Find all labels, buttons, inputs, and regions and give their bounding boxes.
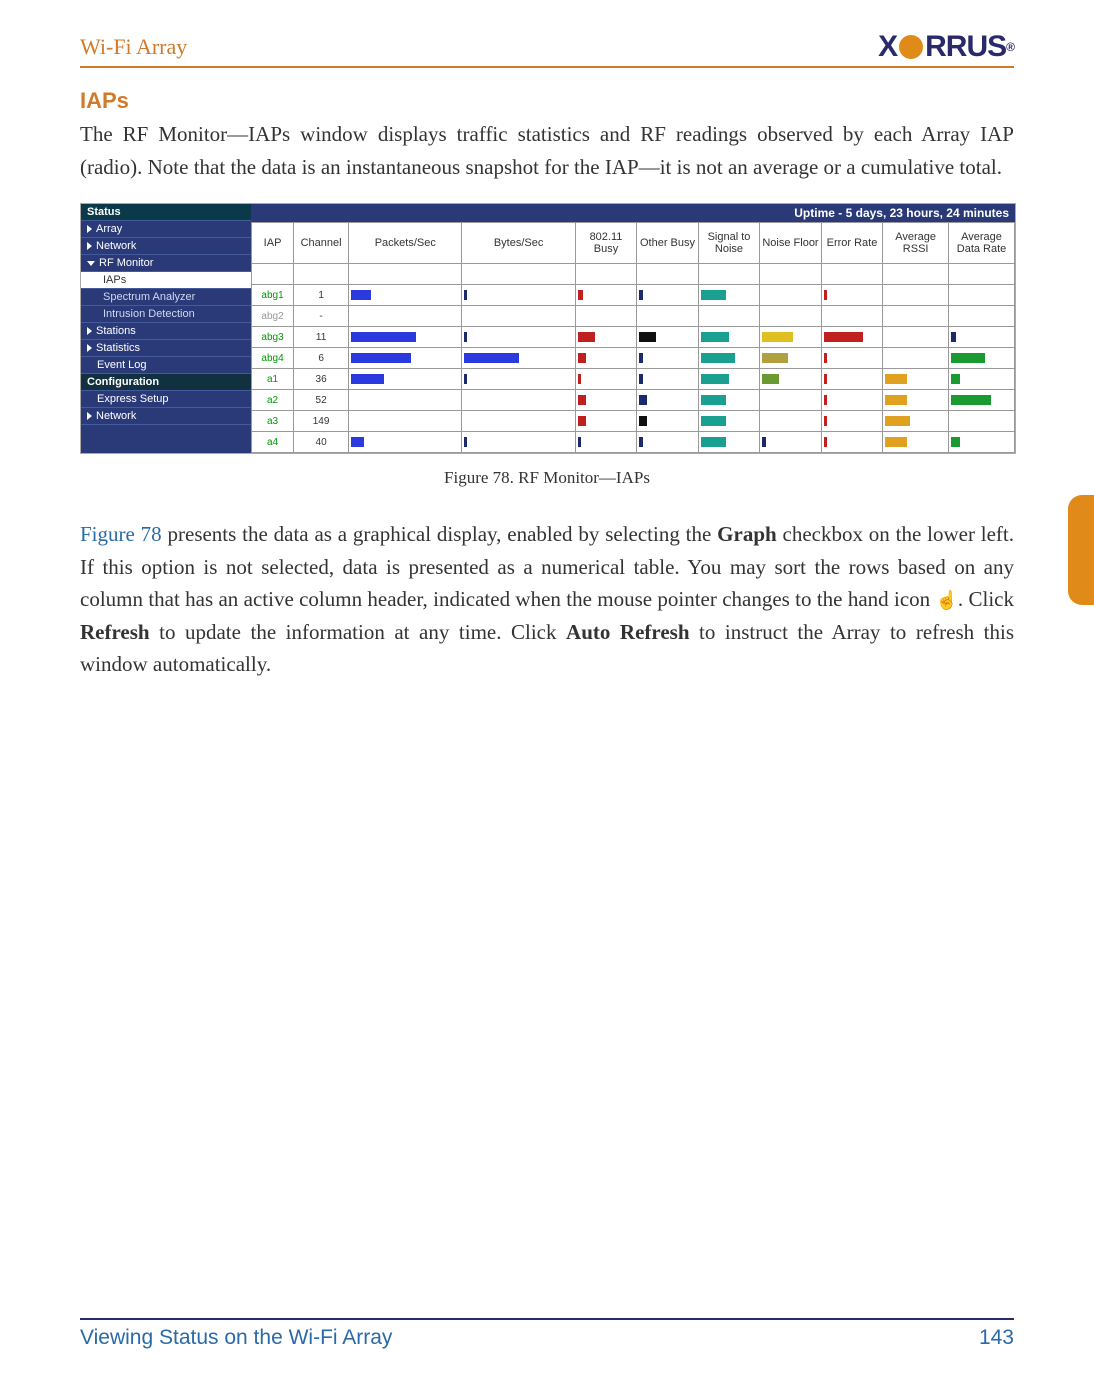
col-other-busy[interactable]: Other Busy [637, 223, 699, 264]
logo-text-left: X [878, 30, 897, 64]
sidebar-item-express[interactable]: Express Setup [81, 391, 251, 408]
iap-cell: abg3 [252, 327, 294, 348]
iap-cell: abg1 [252, 285, 294, 306]
channel-cell: - [294, 306, 349, 327]
channel-cell: 36 [294, 369, 349, 390]
channel-cell: 149 [294, 411, 349, 432]
scale-row: 0OK 0OK 0%100% 0%100% 030 -95-70 0%100% … [252, 264, 1015, 285]
figure-caption: Figure 78. RF Monitor—IAPs [80, 468, 1014, 488]
hand-icon: ☝ [935, 587, 957, 615]
col-bytes[interactable]: Bytes/Sec [462, 223, 575, 264]
table-row: abg11 [252, 285, 1015, 306]
registered-icon: ® [1006, 40, 1014, 54]
header-title: Wi-Fi Array [80, 34, 187, 60]
iap-cell: abg2 [252, 306, 294, 327]
page-header: Wi-Fi Array X RRUS ® [80, 30, 1014, 68]
sidebar-configuration[interactable]: Configuration [81, 374, 251, 391]
description-paragraph: Figure 78 presents the data as a graphic… [80, 518, 1014, 681]
sidebar-item-intrusion[interactable]: Intrusion Detection [81, 306, 251, 323]
refresh-label: Refresh [80, 620, 150, 644]
col-avg-rssi[interactable]: Average RSSI [883, 223, 949, 264]
sidebar-item-rfmonitor[interactable]: RF Monitor [81, 255, 251, 272]
sidebar-item-eventlog[interactable]: Event Log [81, 357, 251, 374]
nav-sidebar: Status Array Network RF Monitor IAPs Spe… [81, 204, 251, 453]
channel-cell: 1 [294, 285, 349, 306]
logo-text-right: RRUS [925, 30, 1006, 64]
figure-link[interactable]: Figure 78 [80, 522, 162, 546]
table-row: abg311 [252, 327, 1015, 348]
iap-table: IAP Channel Packets/Sec Bytes/Sec 802.11… [251, 222, 1015, 453]
figure-main: Uptime - 5 days, 23 hours, 24 minutes IA… [251, 204, 1015, 453]
channel-cell: 11 [294, 327, 349, 348]
sidebar-status[interactable]: Status [81, 204, 251, 221]
col-packets[interactable]: Packets/Sec [349, 223, 462, 264]
sidebar-item-network2[interactable]: Network [81, 408, 251, 425]
table-row: a252 [252, 390, 1015, 411]
sidebar-item-spectrum[interactable]: Spectrum Analyzer [81, 289, 251, 306]
sidebar-item-stations[interactable]: Stations [81, 323, 251, 340]
figure-78: Status Array Network RF Monitor IAPs Spe… [80, 203, 1016, 454]
uptime-bar: Uptime - 5 days, 23 hours, 24 minutes [251, 204, 1015, 222]
table-row: abg2- [252, 306, 1015, 327]
iap-cell: a1 [252, 369, 294, 390]
col-avg-data-rate[interactable]: Average Data Rate [949, 223, 1015, 264]
col-80211-busy[interactable]: 802.11 Busy [575, 223, 637, 264]
table-row: a136 [252, 369, 1015, 390]
col-channel[interactable]: Channel [294, 223, 349, 264]
sidebar-item-statistics[interactable]: Statistics [81, 340, 251, 357]
col-iap[interactable]: IAP [252, 223, 294, 264]
table-row: a3149 [252, 411, 1015, 432]
table-row: abg46 [252, 348, 1015, 369]
table-row: a440 [252, 432, 1015, 453]
iap-cell: a3 [252, 411, 294, 432]
page-number: 143 [979, 1326, 1014, 1350]
logo: X RRUS ® [878, 30, 1014, 64]
table-header-row: IAP Channel Packets/Sec Bytes/Sec 802.11… [252, 223, 1015, 264]
sidebar-item-network[interactable]: Network [81, 238, 251, 255]
iap-cell: a4 [252, 432, 294, 453]
logo-dot-icon [899, 35, 923, 59]
sidebar-item-array[interactable]: Array [81, 221, 251, 238]
iap-cell: abg4 [252, 348, 294, 369]
channel-cell: 52 [294, 390, 349, 411]
channel-cell: 6 [294, 348, 349, 369]
iap-cell: a2 [252, 390, 294, 411]
section-heading: IAPs [80, 88, 1014, 114]
auto-refresh-label: Auto Refresh [566, 620, 689, 644]
channel-cell: 40 [294, 432, 349, 453]
intro-paragraph: The RF Monitor—IAPs window displays traf… [80, 118, 1014, 183]
section-tab [1068, 495, 1094, 605]
sidebar-item-iaps[interactable]: IAPs [81, 272, 251, 289]
graph-label: Graph [717, 522, 777, 546]
col-noise-floor[interactable]: Noise Floor [760, 223, 822, 264]
col-snr[interactable]: Signal to Noise [698, 223, 760, 264]
col-error-rate[interactable]: Error Rate [821, 223, 883, 264]
page-footer: Viewing Status on the Wi-Fi Array 143 [80, 1318, 1014, 1350]
footer-text: Viewing Status on the Wi-Fi Array [80, 1326, 392, 1350]
